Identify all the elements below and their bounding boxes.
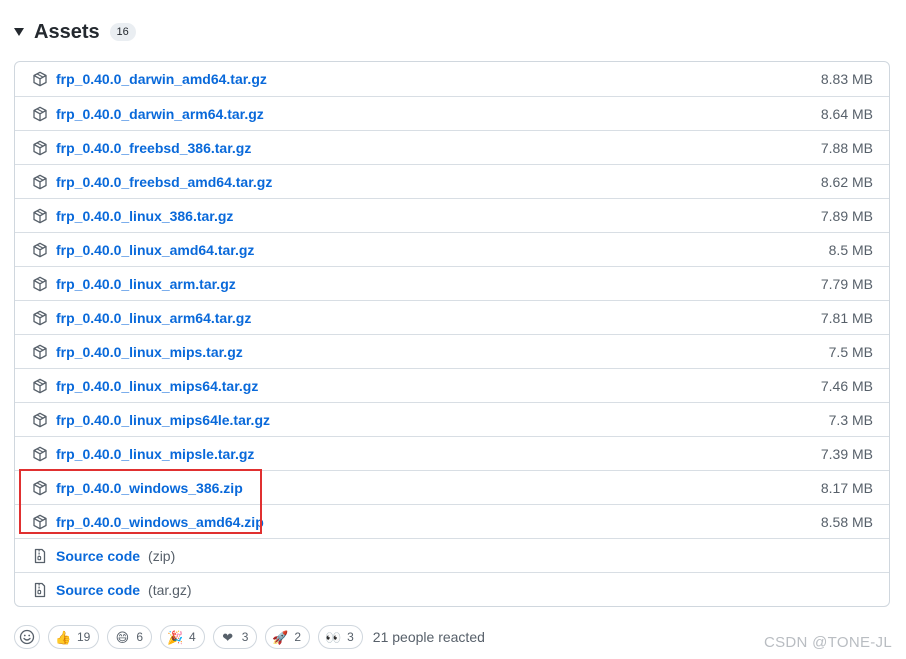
package-icon (32, 174, 48, 190)
asset-link[interactable]: frp_0.40.0_linux_mips.tar.gz (56, 344, 243, 360)
asset-size: 8.17 MB (820, 479, 873, 496)
asset-row: frp_0.40.0_linux_mips64le.tar.gz 7.3 MB (15, 402, 889, 436)
asset-link[interactable]: frp_0.40.0_freebsd_amd64.tar.gz (56, 174, 272, 190)
smiley-icon (19, 629, 35, 645)
asset-size: 7.79 MB (820, 275, 873, 292)
asset-size: 7.81 MB (820, 309, 873, 326)
asset-size: 8.5 MB (828, 241, 873, 258)
asset-row: frp_0.40.0_linux_arm64.tar.gz 7.81 MB (15, 300, 889, 334)
reaction-button[interactable]: 👀 3 (318, 625, 363, 649)
assets-title: Assets (34, 20, 100, 43)
asset-link[interactable]: frp_0.40.0_linux_amd64.tar.gz (56, 242, 254, 258)
asset-link[interactable]: frp_0.40.0_linux_mips64.tar.gz (56, 378, 258, 394)
asset-row: frp_0.40.0_freebsd_386.tar.gz 7.88 MB (15, 130, 889, 164)
source-code-format: (tar.gz) (148, 581, 192, 598)
heart-icon: ❤ (222, 629, 234, 645)
file-zip-icon (32, 582, 48, 598)
asset-size: 8.83 MB (820, 71, 873, 87)
asset-row: frp_0.40.0_darwin_amd64.tar.gz 8.83 MB (15, 62, 889, 96)
package-icon (32, 480, 48, 496)
asset-row: frp_0.40.0_windows_amd64.zip 8.58 MB (15, 504, 889, 538)
asset-row: frp_0.40.0_linux_arm.tar.gz 7.79 MB (15, 266, 889, 300)
asset-size: 7.89 MB (820, 207, 873, 224)
hooray-icon: 🎉 (167, 629, 184, 645)
package-icon (32, 344, 48, 360)
asset-row: frp_0.40.0_linux_mips64.tar.gz 7.46 MB (15, 368, 889, 402)
caret-down-icon (14, 28, 24, 36)
asset-size: 7.39 MB (820, 445, 873, 462)
source-code-row: Source code (zip) (15, 538, 889, 572)
source-code-link[interactable]: Source code (56, 582, 140, 598)
asset-link[interactable]: frp_0.40.0_linux_386.tar.gz (56, 208, 233, 224)
reaction-button[interactable]: 👍 19 (48, 625, 100, 649)
assets-toggle[interactable]: Assets 16 (14, 18, 136, 46)
package-icon (32, 140, 48, 156)
package-icon (32, 310, 48, 326)
package-icon (32, 242, 48, 258)
source-code-format: (zip) (148, 547, 176, 564)
asset-row: frp_0.40.0_windows_386.zip 8.17 MB (15, 470, 889, 504)
reaction-count: 3 (241, 630, 249, 644)
asset-size: 8.62 MB (820, 173, 873, 190)
package-icon (32, 276, 48, 292)
asset-link[interactable]: frp_0.40.0_windows_amd64.zip (56, 514, 264, 530)
package-icon (32, 71, 48, 87)
package-icon (32, 378, 48, 394)
reaction-count: 2 (294, 630, 302, 644)
asset-row: frp_0.40.0_linux_mipsle.tar.gz 7.39 MB (15, 436, 889, 470)
asset-row: frp_0.40.0_linux_amd64.tar.gz 8.5 MB (15, 232, 889, 266)
asset-row: frp_0.40.0_linux_386.tar.gz 7.89 MB (15, 198, 889, 232)
asset-size: 8.58 MB (820, 513, 873, 530)
asset-size: 7.3 MB (828, 411, 873, 428)
reaction-count: 6 (136, 630, 144, 644)
reaction-count: 19 (77, 630, 91, 644)
thumbs-up-icon: 👍 (55, 629, 72, 645)
asset-link[interactable]: frp_0.40.0_darwin_amd64.tar.gz (56, 71, 267, 87)
asset-row: frp_0.40.0_linux_mips.tar.gz 7.5 MB (15, 334, 889, 368)
asset-size: 7.5 MB (828, 343, 873, 360)
asset-link[interactable]: frp_0.40.0_freebsd_386.tar.gz (56, 140, 251, 156)
asset-size: 7.88 MB (820, 139, 873, 156)
asset-link[interactable]: frp_0.40.0_windows_386.zip (56, 480, 243, 496)
asset-size: 8.64 MB (820, 105, 873, 122)
asset-link[interactable]: frp_0.40.0_linux_mips64le.tar.gz (56, 412, 270, 428)
asset-link[interactable]: frp_0.40.0_linux_arm.tar.gz (56, 276, 236, 292)
reactions-bar: 👍 19 😄 6 🎉 4 ❤ 3 🚀 2 👀 3 21 people reacted (14, 624, 485, 650)
package-icon (32, 412, 48, 428)
laugh-icon: 😄 (115, 629, 130, 645)
package-icon (32, 106, 48, 122)
source-code-link[interactable]: Source code (56, 548, 140, 564)
source-code-row: Source code (tar.gz) (15, 572, 889, 606)
package-icon (32, 446, 48, 462)
reaction-button[interactable]: 🚀 2 (265, 625, 311, 649)
package-icon (32, 208, 48, 224)
asset-link[interactable]: frp_0.40.0_linux_arm64.tar.gz (56, 310, 251, 326)
watermark: CSDN @TONE-JL (763, 634, 892, 651)
reaction-button[interactable]: 😄 6 (107, 625, 153, 649)
asset-row: frp_0.40.0_freebsd_amd64.tar.gz 8.62 MB (15, 164, 889, 198)
asset-row: frp_0.40.0_darwin_arm64.tar.gz 8.64 MB (15, 96, 889, 130)
rocket-icon: 🚀 (272, 629, 289, 645)
asset-link[interactable]: frp_0.40.0_darwin_arm64.tar.gz (56, 106, 264, 122)
reaction-button[interactable]: 🎉 4 (160, 625, 205, 649)
reaction-count: 4 (189, 630, 196, 644)
asset-link[interactable]: frp_0.40.0_linux_mipsle.tar.gz (56, 446, 254, 462)
reaction-count: 3 (347, 630, 354, 644)
file-zip-icon (32, 548, 48, 564)
reaction-button[interactable]: ❤ 3 (212, 625, 258, 649)
assets-count-badge: 16 (109, 23, 136, 41)
reaction-summary: 21 people reacted (372, 629, 485, 645)
asset-list: frp_0.40.0_darwin_amd64.tar.gz 8.83 MB frp… (14, 61, 890, 607)
package-icon (32, 514, 48, 530)
add-reaction-button[interactable] (14, 625, 40, 649)
asset-size: 7.46 MB (820, 377, 873, 394)
eyes-icon: 👀 (325, 629, 342, 645)
